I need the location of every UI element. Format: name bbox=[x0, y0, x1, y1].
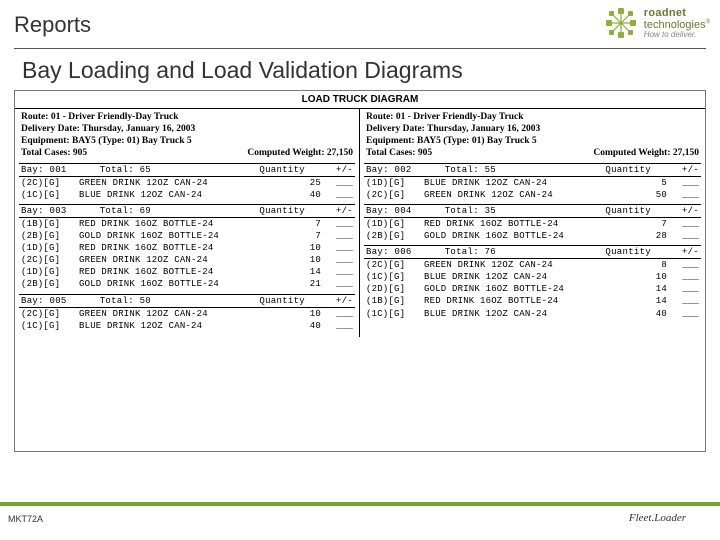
load-truck-diagram: LOAD TRUCK DIAGRAM Route: 01 - Driver Fr… bbox=[14, 90, 706, 452]
bay-section: Bay: 004Total: 35Quantity+/-(1D)[G]RED D… bbox=[364, 204, 701, 245]
line-item: (2B)[G]GOLD DRINK 16OZ BOTTLE-2428 bbox=[364, 230, 701, 242]
line-item: (1C)[G]BLUE DRINK 12OZ CAN-2440 bbox=[364, 308, 701, 320]
bay-section: Bay: 001Total: 65Quantity+/-(2C)[G]GREEN… bbox=[19, 163, 355, 204]
line-item: (2C)[G]GREEN DRINK 12OZ CAN-2425 bbox=[19, 177, 355, 189]
bay-header: Bay: 006Total: 76Quantity+/- bbox=[364, 246, 701, 259]
subtitle: Bay Loading and Load Validation Diagrams bbox=[0, 49, 720, 90]
line-item: (1C)[G]BLUE DRINK 12OZ CAN-2440 bbox=[19, 189, 355, 201]
bay-section: Bay: 003Total: 69Quantity+/-(1B)[G]RED D… bbox=[19, 204, 355, 294]
line-item: (1B)[G]RED DRINK 16OZ BOTTLE-2414 bbox=[364, 295, 701, 307]
brand-text: roadnet technologies® How to deliver. bbox=[644, 7, 710, 40]
bay-header: Bay: 005Total: 50Quantity+/- bbox=[19, 295, 355, 308]
line-item: (1C)[G]BLUE DRINK 12OZ CAN-2410 bbox=[364, 271, 701, 283]
line-item: (2C)[G]GREEN DRINK 12OZ CAN-2410 bbox=[19, 308, 355, 320]
bay-section: Bay: 002Total: 55Quantity+/-(1D)[G]BLUE … bbox=[364, 163, 701, 204]
roadnet-logo-icon bbox=[604, 6, 638, 40]
line-item: (2D)[G]GOLD DRINK 16OZ BOTTLE-2414 bbox=[364, 283, 701, 295]
right-column: Route: 01 - Driver Friendly-Day Truck De… bbox=[360, 109, 705, 337]
footer-product-name: Fleet.Loader bbox=[629, 512, 686, 524]
line-item: (1B)[G]RED DRINK 16OZ BOTTLE-247 bbox=[19, 218, 355, 230]
line-item: (1C)[G]BLUE DRINK 12OZ CAN-2440 bbox=[19, 320, 355, 332]
footer: MKT72A Fleet.Loader bbox=[0, 502, 720, 540]
line-item: (1D)[G]RED DRINK 16OZ BOTTLE-247 bbox=[364, 218, 701, 230]
meta-left: Route: 01 - Driver Friendly-Day Truck De… bbox=[19, 111, 355, 163]
bay-header: Bay: 004Total: 35Quantity+/- bbox=[364, 205, 701, 218]
page-title: Reports bbox=[14, 12, 91, 38]
bay-section: Bay: 006Total: 76Quantity+/-(2C)[G]GREEN… bbox=[364, 245, 701, 323]
bay-header: Bay: 001Total: 65Quantity+/- bbox=[19, 164, 355, 177]
left-column: Route: 01 - Driver Friendly-Day Truck De… bbox=[15, 109, 360, 337]
line-item: (1D)[G]RED DRINK 16OZ BOTTLE-2414 bbox=[19, 266, 355, 278]
line-item: (2B)[G]GOLD DRINK 16OZ BOTTLE-247 bbox=[19, 230, 355, 242]
line-item: (2C)[G]GREEN DRINK 12OZ CAN-2410 bbox=[19, 254, 355, 266]
line-item: (2C)[G]GREEN DRINK 12OZ CAN-2450 bbox=[364, 189, 701, 201]
footer-left-code: MKT72A bbox=[8, 514, 43, 524]
meta-right: Route: 01 - Driver Friendly-Day Truck De… bbox=[364, 111, 701, 163]
bay-section: Bay: 005Total: 50Quantity+/-(2C)[G]GREEN… bbox=[19, 294, 355, 335]
bay-header: Bay: 002Total: 55Quantity+/- bbox=[364, 164, 701, 177]
bay-header: Bay: 003Total: 69Quantity+/- bbox=[19, 205, 355, 218]
line-item: (1D)[G]BLUE DRINK 12OZ CAN-245 bbox=[364, 177, 701, 189]
brand-block: roadnet technologies® How to deliver. bbox=[604, 6, 710, 40]
diagram-title: LOAD TRUCK DIAGRAM bbox=[15, 91, 705, 109]
line-item: (2B)[G]GOLD DRINK 16OZ BOTTLE-2421 bbox=[19, 278, 355, 290]
line-item: (2C)[G]GREEN DRINK 12OZ CAN-248 bbox=[364, 259, 701, 271]
line-item: (1D)[G]RED DRINK 16OZ BOTTLE-2410 bbox=[19, 242, 355, 254]
